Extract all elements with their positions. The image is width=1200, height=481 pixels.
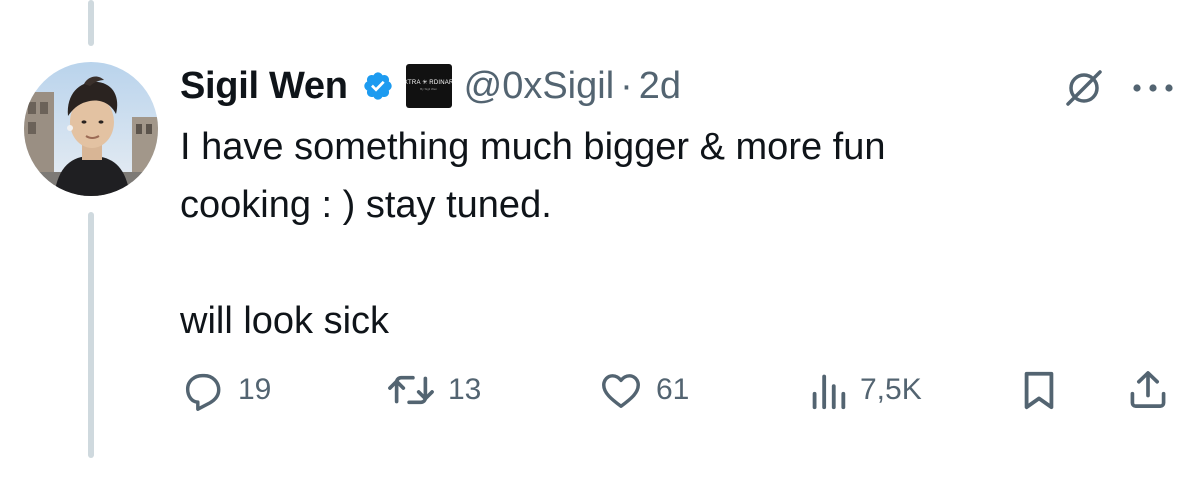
reply-count: 19 <box>238 373 272 406</box>
retweet-icon <box>388 375 434 405</box>
timestamp[interactable]: 2d <box>639 65 681 108</box>
retweet-count: 13 <box>448 373 482 406</box>
thread-line-top <box>88 0 94 46</box>
affiliate-badge[interactable]: EXTRA ✳ RDINARY By Sigil Wen <box>400 64 457 108</box>
tweet-line: cooking : ) stay tuned. <box>180 184 552 226</box>
bookmark-icon <box>1024 371 1054 410</box>
tweet-text: I have something much bigger & more fun … <box>180 118 1080 350</box>
verified-badge-icon[interactable] <box>362 70 394 102</box>
like-count: 61 <box>656 373 690 406</box>
affiliate-badge-text: EXTRA ✳ RDINARY <box>399 80 458 86</box>
share-button[interactable] <box>1126 362 1170 418</box>
display-name[interactable]: Sigil Wen <box>180 65 348 108</box>
like-button[interactable]: 61 <box>598 362 689 418</box>
tweet-header: Sigil Wen EXTRA ✳ RDINARY By Sigil Wen @… <box>180 58 681 114</box>
handle[interactable]: @0xSigil <box>464 65 615 108</box>
avatar[interactable] <box>24 62 158 196</box>
bookmark-button[interactable] <box>1018 362 1060 418</box>
more-icon[interactable] <box>1128 76 1178 100</box>
action-bar: 19 13 61 7,5K <box>180 362 1180 418</box>
thread-line-bottom <box>88 212 94 458</box>
views-count: 7,5K <box>860 373 922 406</box>
views-icon <box>812 374 846 410</box>
reply-button[interactable]: 19 <box>180 362 271 418</box>
retweet-button[interactable]: 13 <box>386 362 481 418</box>
reply-icon <box>185 373 221 411</box>
share-icon <box>1130 371 1166 408</box>
grok-icon[interactable] <box>1062 66 1106 110</box>
separator: · <box>620 64 633 107</box>
tweet-line: I have something much bigger & more fun <box>180 126 886 168</box>
like-icon <box>602 374 640 409</box>
affiliate-badge-subtext: By Sigil Wen <box>420 87 438 91</box>
views-button[interactable]: 7,5K <box>808 362 922 418</box>
tweet-line: will look sick <box>180 300 390 342</box>
